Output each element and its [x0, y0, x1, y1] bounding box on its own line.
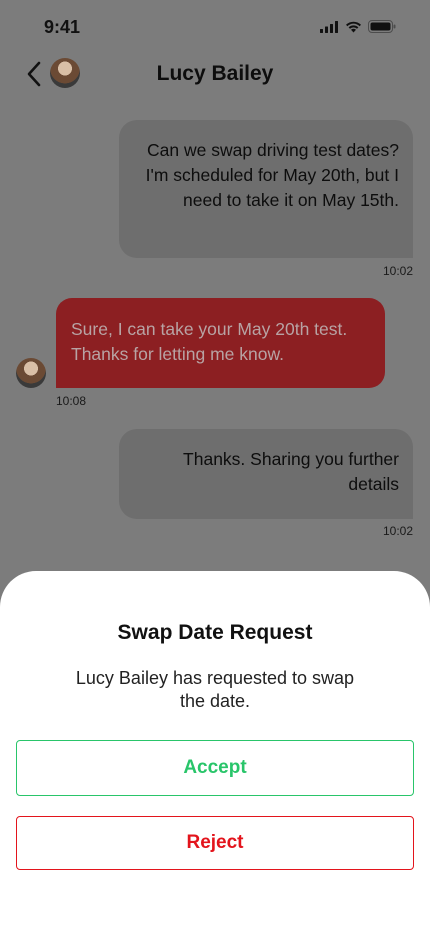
status-icons — [320, 20, 396, 33]
chat-header: Lucy Bailey — [0, 54, 430, 94]
reject-button[interactable]: Reject — [16, 816, 414, 870]
message-bubble-incoming: Can we swap driving test dates? I'm sche… — [119, 120, 413, 258]
message-bubble-outgoing: Sure, I can take your May 20th test. Tha… — [56, 298, 385, 388]
battery-icon — [368, 20, 396, 33]
cellular-signal-icon — [320, 20, 338, 33]
sheet-message: Lucy Bailey has requested to swap the da… — [75, 668, 355, 711]
message-bubble-incoming: Thanks. Sharing you further details — [119, 429, 413, 519]
contact-name: Lucy Bailey — [156, 62, 274, 85]
accept-button[interactable]: Accept — [16, 740, 414, 796]
wifi-icon — [346, 21, 361, 32]
message-timestamp: 10:02 — [382, 524, 413, 538]
status-time: 9:41 — [44, 17, 81, 37]
sender-avatar — [16, 358, 46, 388]
message-timestamp: 10:08 — [56, 394, 87, 408]
message-timestamp: 10:02 — [382, 264, 413, 278]
swap-request-sheet: Swap Date Request Lucy Bailey has reques… — [0, 571, 430, 932]
sheet-title: Swap Date Request — [117, 621, 313, 644]
status-bar: 9:41 — [0, 0, 430, 54]
